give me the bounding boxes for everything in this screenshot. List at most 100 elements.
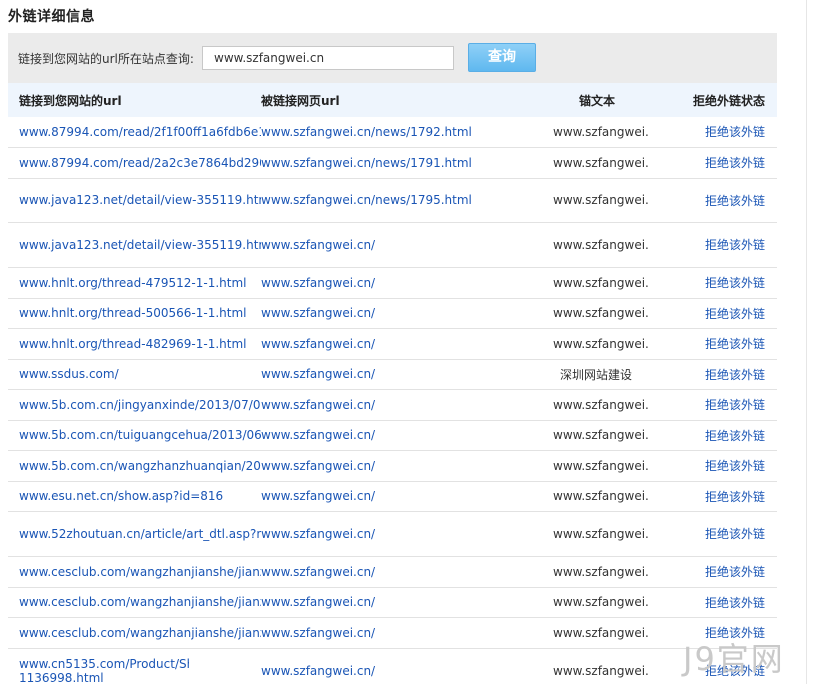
target-url-cell: www.szfangwei.cn/ bbox=[261, 556, 502, 588]
target-url-cell: www.szfangwei.cn/ bbox=[261, 587, 502, 618]
reject-link-button[interactable]: 拒绝该外链 bbox=[692, 457, 777, 474]
anchor-text: www.szfangwei.c bbox=[553, 564, 648, 579]
target-url-link[interactable]: www.szfangwei.cn/ bbox=[261, 306, 502, 320]
query-button[interactable]: 查询 bbox=[468, 43, 536, 72]
target-url-link[interactable]: www.szfangwei.cn/ bbox=[261, 367, 502, 381]
source-url-cell: www.esu.net.cn/show.asp?id=816 bbox=[8, 481, 261, 512]
anchor-text: 深圳网站建设 bbox=[560, 367, 633, 382]
target-url-link[interactable]: www.szfangwei.cn/ bbox=[261, 398, 502, 412]
source-url-cell: www.hnlt.org/thread-482969-1-1.html bbox=[8, 328, 261, 360]
anchor-text-cell: www.szfangwei.c bbox=[502, 178, 692, 223]
reject-link-button[interactable]: 拒绝该外链 bbox=[692, 236, 777, 253]
source-url-link[interactable]: www.cesclub.com/wangzhanjianshe/jianzha bbox=[19, 626, 261, 640]
backlink-detail-page: 外链详细信息 链接到您网站的url所在站点查询: www.szfangwei.c… bbox=[0, 0, 813, 684]
reject-link-button[interactable]: 拒绝该外链 bbox=[692, 335, 777, 352]
target-url-link[interactable]: www.szfangwei.cn/news/1792.html bbox=[261, 125, 502, 139]
reject-link-button[interactable]: 拒绝该外链 bbox=[692, 274, 777, 291]
target-url-link[interactable]: www.szfangwei.cn/ bbox=[261, 337, 502, 351]
target-url-link[interactable]: www.szfangwei.cn/ bbox=[261, 428, 502, 442]
source-url-link[interactable]: www.87994.com/read/2a2c3e7864bd2900a bbox=[19, 156, 261, 170]
query-label: 链接到您网站的url所在站点查询: bbox=[18, 52, 194, 66]
source-url-link[interactable]: www.ssdus.com/ bbox=[19, 367, 261, 381]
target-url-link[interactable]: www.szfangwei.cn/ bbox=[261, 489, 502, 503]
reject-link-button[interactable]: 拒绝该外链 bbox=[692, 525, 777, 542]
source-url-cell: www.5b.com.cn/wangzhanzhuanqian/2013/ bbox=[8, 450, 261, 482]
source-url-link[interactable]: www.cn5135.com/Product/ShowBigImage-1136… bbox=[19, 657, 189, 684]
anchor-text: www.szfangwei.c bbox=[553, 397, 648, 412]
target-url-link[interactable]: www.szfangwei.cn/ bbox=[261, 238, 502, 252]
source-url-link[interactable]: www.87994.com/read/2f1f00ff1a6fdb6e1be bbox=[19, 125, 261, 139]
table-header-row: 链接到您网站的url 被链接网页url 锚文本 拒绝外链状态 bbox=[8, 83, 777, 117]
source-url-link[interactable]: www.cesclub.com/wangzhanjianshe/jianzha bbox=[19, 595, 261, 609]
reject-link-button[interactable]: 拒绝该外链 bbox=[692, 563, 777, 580]
site-query-input[interactable]: www.szfangwei.cn bbox=[202, 46, 454, 70]
reject-link-button[interactable]: 拒绝该外链 bbox=[692, 427, 777, 444]
reject-link-button[interactable]: 拒绝该外链 bbox=[692, 123, 777, 140]
target-url-link[interactable]: www.szfangwei.cn/ bbox=[261, 459, 502, 473]
reject-link-button[interactable]: 拒绝该外链 bbox=[692, 192, 777, 209]
target-url-link[interactable]: www.szfangwei.cn/ bbox=[261, 595, 502, 609]
table-row: www.87994.com/read/2a2c3e7864bd2900a www.… bbox=[8, 147, 777, 179]
anchor-text-cell: www.szfangwei.c bbox=[502, 389, 692, 421]
anchor-text-cell: www.szfangwei.c bbox=[502, 328, 692, 360]
target-url-cell: www.szfangwei.cn/ bbox=[261, 481, 502, 512]
source-url-cell: www.87994.com/read/2a2c3e7864bd2900a bbox=[8, 147, 261, 179]
source-url-link[interactable]: www.esu.net.cn/show.asp?id=816 bbox=[19, 489, 261, 503]
anchor-text-cell: www.szfangwei.c bbox=[502, 420, 692, 451]
anchor-text-cell: 深圳网站建设 bbox=[502, 359, 692, 390]
reject-link-button[interactable]: 拒绝该外链 bbox=[692, 488, 777, 505]
target-url-cell: www.szfangwei.cn/ bbox=[261, 389, 502, 421]
table-row: www.5b.com.cn/wangzhanzhuanqian/2013/www… bbox=[8, 450, 777, 482]
anchor-text: www.szfangwei.c bbox=[553, 428, 648, 442]
table-row: www.52zhoutuan.cn/article/art_dtl.asp?ni… bbox=[8, 511, 777, 557]
anchor-text-cell: www.szfangwei.c bbox=[502, 267, 692, 299]
target-url-cell: www.szfangwei.cn/ bbox=[261, 511, 502, 557]
target-url-cell: www.szfangwei.cn/ bbox=[261, 450, 502, 482]
source-url-link[interactable]: www.hnlt.org/thread-500566-1-1.html bbox=[19, 306, 261, 320]
source-url-link[interactable]: www.java123.net/detail/view-355119.html bbox=[19, 238, 261, 252]
table-row: www.java123.net/detail/view-355119.html w… bbox=[8, 222, 777, 268]
source-url-cell: www.hnlt.org/thread-479512-1-1.html bbox=[8, 267, 261, 299]
reject-link-button[interactable]: 拒绝该外链 bbox=[692, 305, 777, 322]
target-url-link[interactable]: www.szfangwei.cn/ bbox=[261, 527, 502, 541]
source-url-link[interactable]: www.java123.net/detail/view-355119.html bbox=[19, 193, 261, 207]
target-url-link[interactable]: www.szfangwei.cn/ bbox=[261, 626, 502, 640]
page-title: 外链详细信息 bbox=[8, 9, 95, 25]
reject-link-button[interactable]: 拒绝该外链 bbox=[692, 594, 777, 611]
target-url-link[interactable]: www.szfangwei.cn/news/1795.html bbox=[261, 193, 502, 207]
target-url-link[interactable]: www.szfangwei.cn/news/1791.html bbox=[261, 156, 502, 170]
target-url-link[interactable]: www.szfangwei.cn/ bbox=[261, 565, 502, 579]
source-url-cell: www.87994.com/read/2f1f00ff1a6fdb6e1be bbox=[8, 117, 261, 148]
source-url-cell: www.cesclub.com/wangzhanjianshe/jianzha bbox=[8, 556, 261, 588]
reject-link-button[interactable]: 拒绝该外链 bbox=[692, 366, 777, 383]
table-row: www.hnlt.org/thread-479512-1-1.html www.s… bbox=[8, 267, 777, 299]
watermark-logo: J9官网 bbox=[683, 640, 785, 678]
source-url-link[interactable]: www.hnlt.org/thread-482969-1-1.html bbox=[19, 337, 261, 351]
anchor-text-cell: www.szfangwei.c bbox=[502, 222, 692, 268]
reject-link-button[interactable]: 拒绝该外链 bbox=[692, 154, 777, 171]
source-url-link[interactable]: www.5b.com.cn/jingyanxinde/2013/07/05/5 bbox=[19, 398, 261, 412]
reject-cell: 拒绝该外链 bbox=[692, 117, 777, 148]
target-url-link[interactable]: www.szfangwei.cn/ bbox=[261, 664, 502, 678]
table-row: www.java123.net/detail/view-355119.html w… bbox=[8, 178, 777, 223]
header-source-url: 链接到您网站的url bbox=[8, 83, 261, 117]
anchor-text: www.szfangwei.c bbox=[553, 663, 648, 678]
reject-link-button[interactable]: 拒绝该外链 bbox=[692, 396, 777, 413]
source-url-link[interactable]: www.5b.com.cn/wangzhanzhuanqian/2013/ bbox=[19, 459, 261, 473]
reject-cell: 拒绝该外链 bbox=[692, 267, 777, 299]
target-url-link[interactable]: www.szfangwei.cn/ bbox=[261, 276, 502, 290]
anchor-text: www.szfangwei.c bbox=[553, 458, 648, 473]
reject-cell: 拒绝该外链 bbox=[692, 420, 777, 451]
source-url-cell: www.52zhoutuan.cn/article/art_dtl.asp?ni… bbox=[8, 511, 261, 557]
anchor-text-cell: www.szfangwei.c bbox=[502, 648, 692, 684]
source-url-cell: www.cn5135.com/Product/ShowBigImage-1136… bbox=[8, 648, 261, 684]
header-target-url: 被链接网页url bbox=[261, 83, 502, 117]
source-url-link[interactable]: www.cesclub.com/wangzhanjianshe/jianzha bbox=[19, 565, 261, 579]
reject-cell: 拒绝该外链 bbox=[692, 328, 777, 360]
source-url-link[interactable]: www.hnlt.org/thread-479512-1-1.html bbox=[19, 276, 261, 290]
source-url-cell: www.java123.net/detail/view-355119.html bbox=[8, 222, 261, 268]
anchor-text: www.szfangwei.c bbox=[553, 625, 648, 640]
source-url-link[interactable]: www.52zhoutuan.cn/article/art_dtl.asp?ni… bbox=[19, 527, 261, 541]
table-row: www.ssdus.com/www.szfangwei.cn/深圳网站建设 拒绝该… bbox=[8, 359, 777, 390]
source-url-link[interactable]: www.5b.com.cn/tuiguangcehua/2013/06/04 bbox=[19, 428, 261, 442]
